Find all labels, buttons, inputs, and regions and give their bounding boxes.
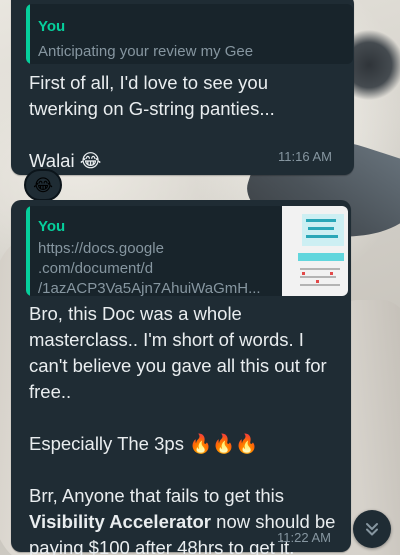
quoted-author: You <box>38 218 66 235</box>
message-bubble[interactable]: You https://docs.google .com/document/d … <box>11 200 351 555</box>
quoted-link-line: .com/document/d <box>38 260 154 277</box>
quoted-text: Anticipating your review my Gee <box>38 43 254 60</box>
message-bubble[interactable]: You Anticipating your review my Gee Firs… <box>11 0 354 175</box>
message-text-part: Bro, this Doc was a whole masterclass.. … <box>29 303 327 506</box>
reaction-badge[interactable]: 😂 <box>24 169 62 201</box>
document-thumbnail-icon <box>282 206 348 296</box>
quoted-author: You <box>38 18 66 35</box>
message-timestamp: 11:22 AM <box>277 530 331 545</box>
quote-accent-bar <box>26 4 30 64</box>
scroll-to-bottom-button[interactable] <box>353 510 391 548</box>
quoted-message[interactable]: You Anticipating your review my Gee <box>26 4 353 64</box>
message-text: Bro, this Doc was a whole masterclass.. … <box>29 301 351 555</box>
quoted-message[interactable]: You https://docs.google .com/document/d … <box>26 206 348 296</box>
quoted-link-line: /1azACP3Va5Ajn7AhuiWaGmH... <box>38 280 261 296</box>
message-timestamp: 11:16 AM <box>278 149 332 164</box>
quoted-link-line: https://docs.google <box>38 240 164 257</box>
quoted-link: https://docs.google .com/document/d /1az… <box>38 239 268 296</box>
double-chevron-down-icon <box>366 523 378 536</box>
message-text-bold: Visibility Accelerator <box>29 511 212 532</box>
quote-accent-bar <box>26 206 30 296</box>
